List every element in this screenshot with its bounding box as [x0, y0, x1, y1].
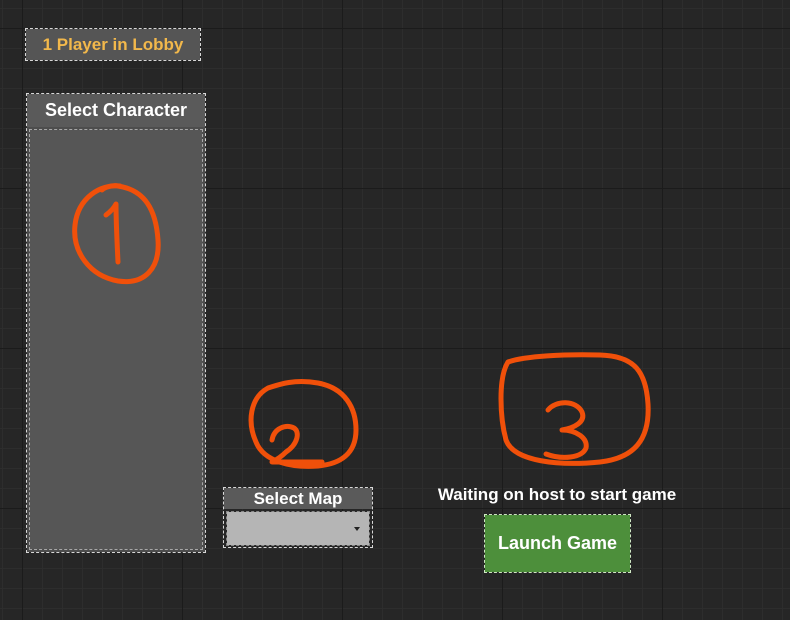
waiting-status-text: Waiting on host to start game — [437, 485, 677, 504]
map-selector-title: Select Map — [253, 488, 343, 508]
annotation-mark-2 — [248, 379, 359, 469]
character-panel-title: Select Character — [44, 100, 188, 120]
launch-game-label: Launch Game — [497, 533, 618, 553]
map-selector-group: Select Map — [223, 487, 373, 548]
lobby-player-count-label: 1 Player in Lobby — [42, 34, 184, 54]
annotation-mark-3 — [498, 352, 651, 466]
map-dropdown[interactable] — [226, 511, 370, 546]
lobby-player-count: 1 Player in Lobby — [25, 28, 201, 61]
character-list[interactable] — [29, 129, 203, 550]
character-select-panel: Select Character — [26, 93, 206, 553]
map-selector-label: Select Map — [224, 488, 372, 509]
chevron-down-icon[interactable] — [354, 527, 360, 531]
character-panel-header: Select Character — [27, 94, 205, 127]
launch-game-button[interactable]: Launch Game — [484, 514, 631, 573]
